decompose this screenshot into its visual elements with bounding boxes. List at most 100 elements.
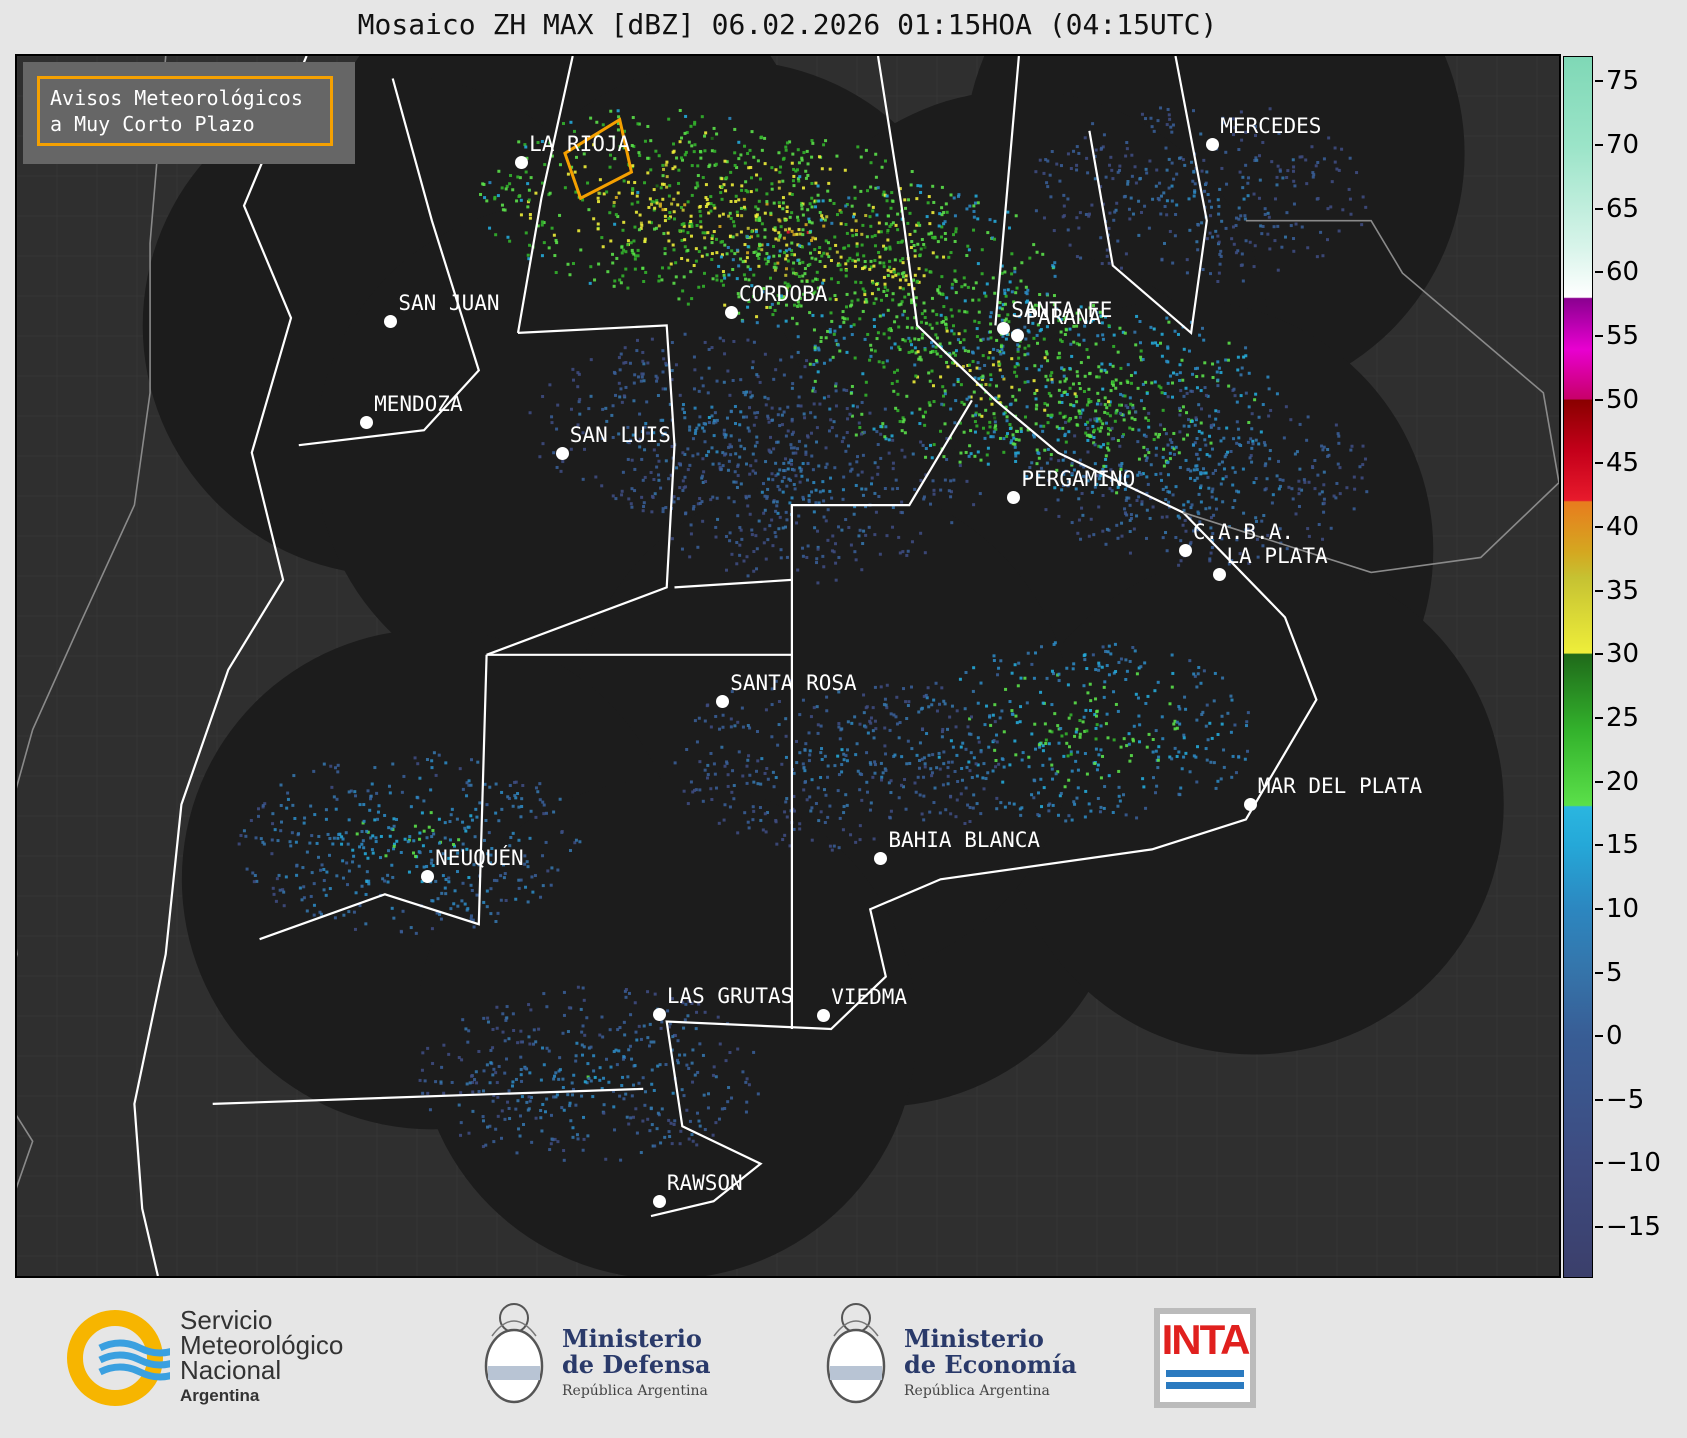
echo-pixel: [940, 686, 944, 690]
echo-pixel: [1179, 389, 1183, 393]
echo-pixel: [1216, 779, 1220, 783]
echo-pixel: [597, 191, 601, 195]
echo-pixel: [863, 337, 867, 341]
echo-pixel: [1111, 383, 1115, 387]
echo-pixel: [1229, 449, 1233, 453]
echo-pixel: [1013, 370, 1017, 374]
echo-pixel: [1160, 332, 1164, 336]
echo-pixel: [642, 279, 646, 283]
echo-pixel: [1153, 689, 1157, 693]
echo-pixel: [1292, 237, 1296, 241]
echo-pixel: [294, 840, 298, 844]
echo-pixel: [568, 1104, 572, 1108]
echo-pixel: [916, 242, 920, 246]
echo-pixel: [798, 175, 802, 179]
echo-pixel: [840, 748, 844, 752]
echo-pixel: [387, 784, 391, 788]
echo-pixel: [1303, 480, 1307, 484]
echo-pixel: [875, 213, 879, 217]
echo-pixel: [676, 1061, 680, 1065]
echo-pixel: [1206, 738, 1210, 742]
echo-pixel: [626, 286, 630, 290]
echo-pixel: [807, 242, 811, 246]
echo-pixel: [1097, 399, 1101, 403]
echo-pixel: [784, 457, 788, 461]
echo-pixel: [1077, 226, 1081, 230]
echo-pixel: [546, 869, 550, 873]
echo-pixel: [785, 205, 789, 209]
echo-pixel: [1004, 294, 1008, 298]
echo-pixel: [1086, 450, 1090, 454]
echo-pixel: [618, 1094, 622, 1098]
echo-pixel: [952, 332, 956, 336]
echo-pixel: [1025, 405, 1029, 409]
echo-pixel: [828, 358, 832, 362]
echo-pixel: [954, 230, 958, 234]
echo-pixel: [331, 842, 335, 846]
echo-pixel: [737, 198, 741, 202]
echo-pixel: [757, 519, 761, 523]
echo-pixel: [1069, 713, 1073, 717]
echo-pixel: [986, 771, 990, 775]
echo-pixel: [1042, 786, 1046, 790]
echo-pixel: [680, 1088, 684, 1092]
echo-pixel: [696, 164, 700, 168]
echo-pixel: [721, 713, 725, 717]
echo-pixel: [1095, 402, 1099, 406]
echo-pixel: [792, 468, 796, 472]
echo-pixel: [844, 262, 848, 266]
echo-pixel: [807, 731, 811, 735]
echo-pixel: [1171, 381, 1175, 385]
echo-pixel: [1177, 705, 1181, 709]
echo-pixel: [755, 321, 759, 325]
echo-pixel: [1213, 671, 1217, 675]
echo-pixel: [773, 531, 777, 535]
echo-pixel: [1125, 669, 1129, 673]
echo-pixel: [896, 392, 900, 396]
radar-map[interactable]: Avisos Meteorológicos a Muy Corto Plazo …: [15, 54, 1561, 1278]
echo-pixel: [444, 761, 448, 765]
echo-pixel: [909, 343, 913, 347]
echo-pixel: [249, 819, 253, 823]
echo-pixel: [1144, 459, 1148, 463]
echo-pixel: [514, 1077, 518, 1081]
echo-pixel: [701, 1053, 705, 1057]
echo-pixel: [878, 552, 882, 556]
echo-pixel: [489, 1061, 493, 1065]
echo-pixel: [783, 218, 787, 222]
echo-pixel: [697, 389, 701, 393]
echo-pixel: [252, 880, 256, 884]
echo-pixel: [330, 785, 334, 789]
echo-pixel: [689, 532, 693, 536]
echo-pixel: [1094, 747, 1098, 751]
echo-pixel: [495, 1081, 499, 1085]
echo-pixel: [1139, 665, 1143, 669]
echo-pixel: [713, 411, 717, 415]
echo-pixel: [475, 893, 479, 897]
echo-pixel: [415, 865, 419, 869]
echo-pixel: [613, 222, 617, 226]
echo-pixel: [906, 739, 910, 743]
echo-pixel: [810, 139, 814, 143]
echo-pixel: [358, 803, 362, 807]
echo-pixel: [390, 906, 394, 910]
echo-pixel: [1016, 451, 1020, 455]
echo-pixel: [956, 377, 960, 381]
echo-pixel: [1188, 476, 1192, 480]
echo-pixel: [703, 768, 707, 772]
echo-pixel: [423, 1079, 427, 1083]
echo-pixel: [692, 387, 696, 391]
echo-pixel: [910, 301, 914, 305]
echo-pixel: [976, 201, 980, 205]
echo-pixel: [622, 1020, 626, 1024]
echo-pixel: [744, 1080, 748, 1084]
echo-pixel: [466, 907, 470, 911]
echo-pixel: [1183, 518, 1187, 522]
echo-pixel: [528, 243, 532, 247]
echo-pixel: [1066, 228, 1070, 232]
echo-pixel: [977, 321, 981, 325]
echo-pixel: [611, 261, 615, 265]
echo-pixel: [937, 751, 941, 755]
echo-pixel: [888, 265, 892, 269]
echo-pixel: [695, 181, 699, 185]
